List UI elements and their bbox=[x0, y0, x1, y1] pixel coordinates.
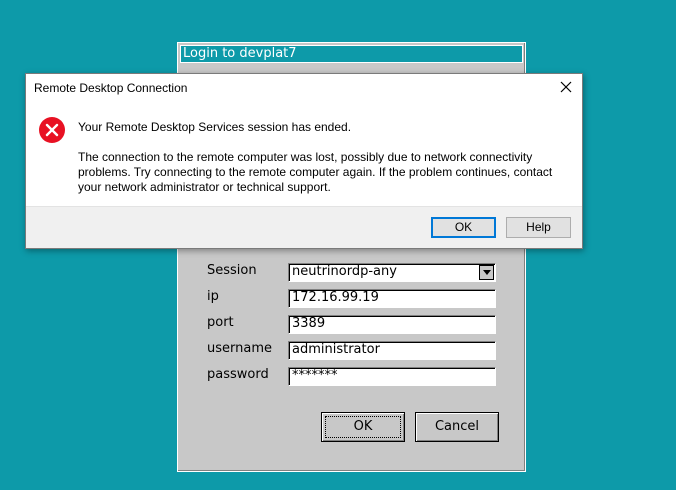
main-message: Your Remote Desktop Services session has… bbox=[78, 120, 352, 134]
chevron-down-icon[interactable] bbox=[479, 265, 494, 280]
login-window-title: Login to devplat7 bbox=[180, 45, 523, 63]
password-label: password bbox=[207, 367, 269, 382]
login-cancel-button[interactable]: Cancel bbox=[415, 412, 499, 442]
login-ok-button[interactable]: OK bbox=[321, 412, 405, 442]
error-icon bbox=[38, 116, 66, 144]
ok-button[interactable]: OK bbox=[431, 217, 496, 238]
session-select[interactable]: neutrinordp-any bbox=[288, 263, 496, 282]
session-value: neutrinordp-any bbox=[292, 264, 397, 279]
username-label: username bbox=[207, 341, 272, 356]
port-input[interactable]: 3389 bbox=[288, 315, 496, 334]
dialog-title: Remote Desktop Connection bbox=[34, 81, 188, 95]
close-icon[interactable] bbox=[558, 79, 574, 95]
username-input[interactable]: administrator bbox=[288, 341, 496, 360]
dialog-footer: OK Help bbox=[26, 206, 582, 248]
rdc-error-dialog: Remote Desktop Connection Your Remote De… bbox=[25, 73, 583, 249]
ip-input[interactable]: 172.16.99.19 bbox=[288, 289, 496, 308]
ip-label: ip bbox=[207, 289, 219, 304]
session-label: Session bbox=[207, 263, 257, 278]
port-label: port bbox=[207, 315, 234, 330]
help-button[interactable]: Help bbox=[506, 217, 571, 238]
detail-message: The connection to the remote computer wa… bbox=[78, 150, 553, 194]
password-input[interactable]: ******* bbox=[288, 367, 496, 386]
